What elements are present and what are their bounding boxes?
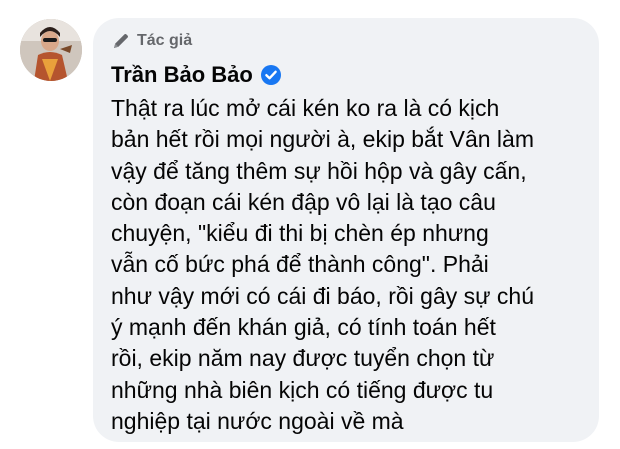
comment-line: Thật ra lúc mở cái kén ko ra là có kịch [111, 95, 500, 121]
comment-line: chuyện, "kiểu đi thi bị chèn ép nhưng [111, 220, 489, 247]
comment-line: vậy để tăng thêm sự hồi hộp và gây cấn, [111, 157, 527, 184]
comment-line: vẫn cố bức phá để thành công". Phải [111, 251, 489, 278]
author-row: Trần Bảo Bảo [111, 62, 581, 88]
comment-line: bản hết rồi mọi người à, ekip bắt Vân là… [111, 126, 534, 153]
verified-badge-icon [260, 65, 281, 85]
comment-bubble: Tác giả Trần Bảo Bảo Thật ra lúc mở cái … [93, 18, 599, 442]
author-badge-label: Tác giả [137, 32, 193, 49]
author-badge: Tác giả [111, 30, 581, 52]
comment-screenshot: Tác giả Trần Bảo Bảo Thật ra lúc mở cái … [0, 0, 620, 449]
avatar[interactable] [20, 19, 82, 81]
author-name[interactable]: Trần Bảo Bảo [111, 62, 253, 88]
avatar-photo [20, 19, 82, 81]
comment-line: ý mạnh đến khán giả, có tính toán hết [111, 314, 496, 341]
comment-line: những nhà biên kịch có tiếng được tu [111, 376, 494, 403]
comment-line: rồi, ekip năm nay được tuyển chọn từ [111, 345, 495, 372]
comment-line: như vậy mới có cái đi báo, rồi gây sự ch… [111, 282, 535, 309]
comment-text: Thật ra lúc mở cái kén ko ra là có kịch … [111, 93, 591, 437]
comment-line: còn đoạn cái kén đập vô lại là tạo câu [111, 188, 496, 215]
comment-line: nghiệp tại nước ngoài về mà [111, 407, 404, 434]
pen-icon [114, 34, 128, 48]
